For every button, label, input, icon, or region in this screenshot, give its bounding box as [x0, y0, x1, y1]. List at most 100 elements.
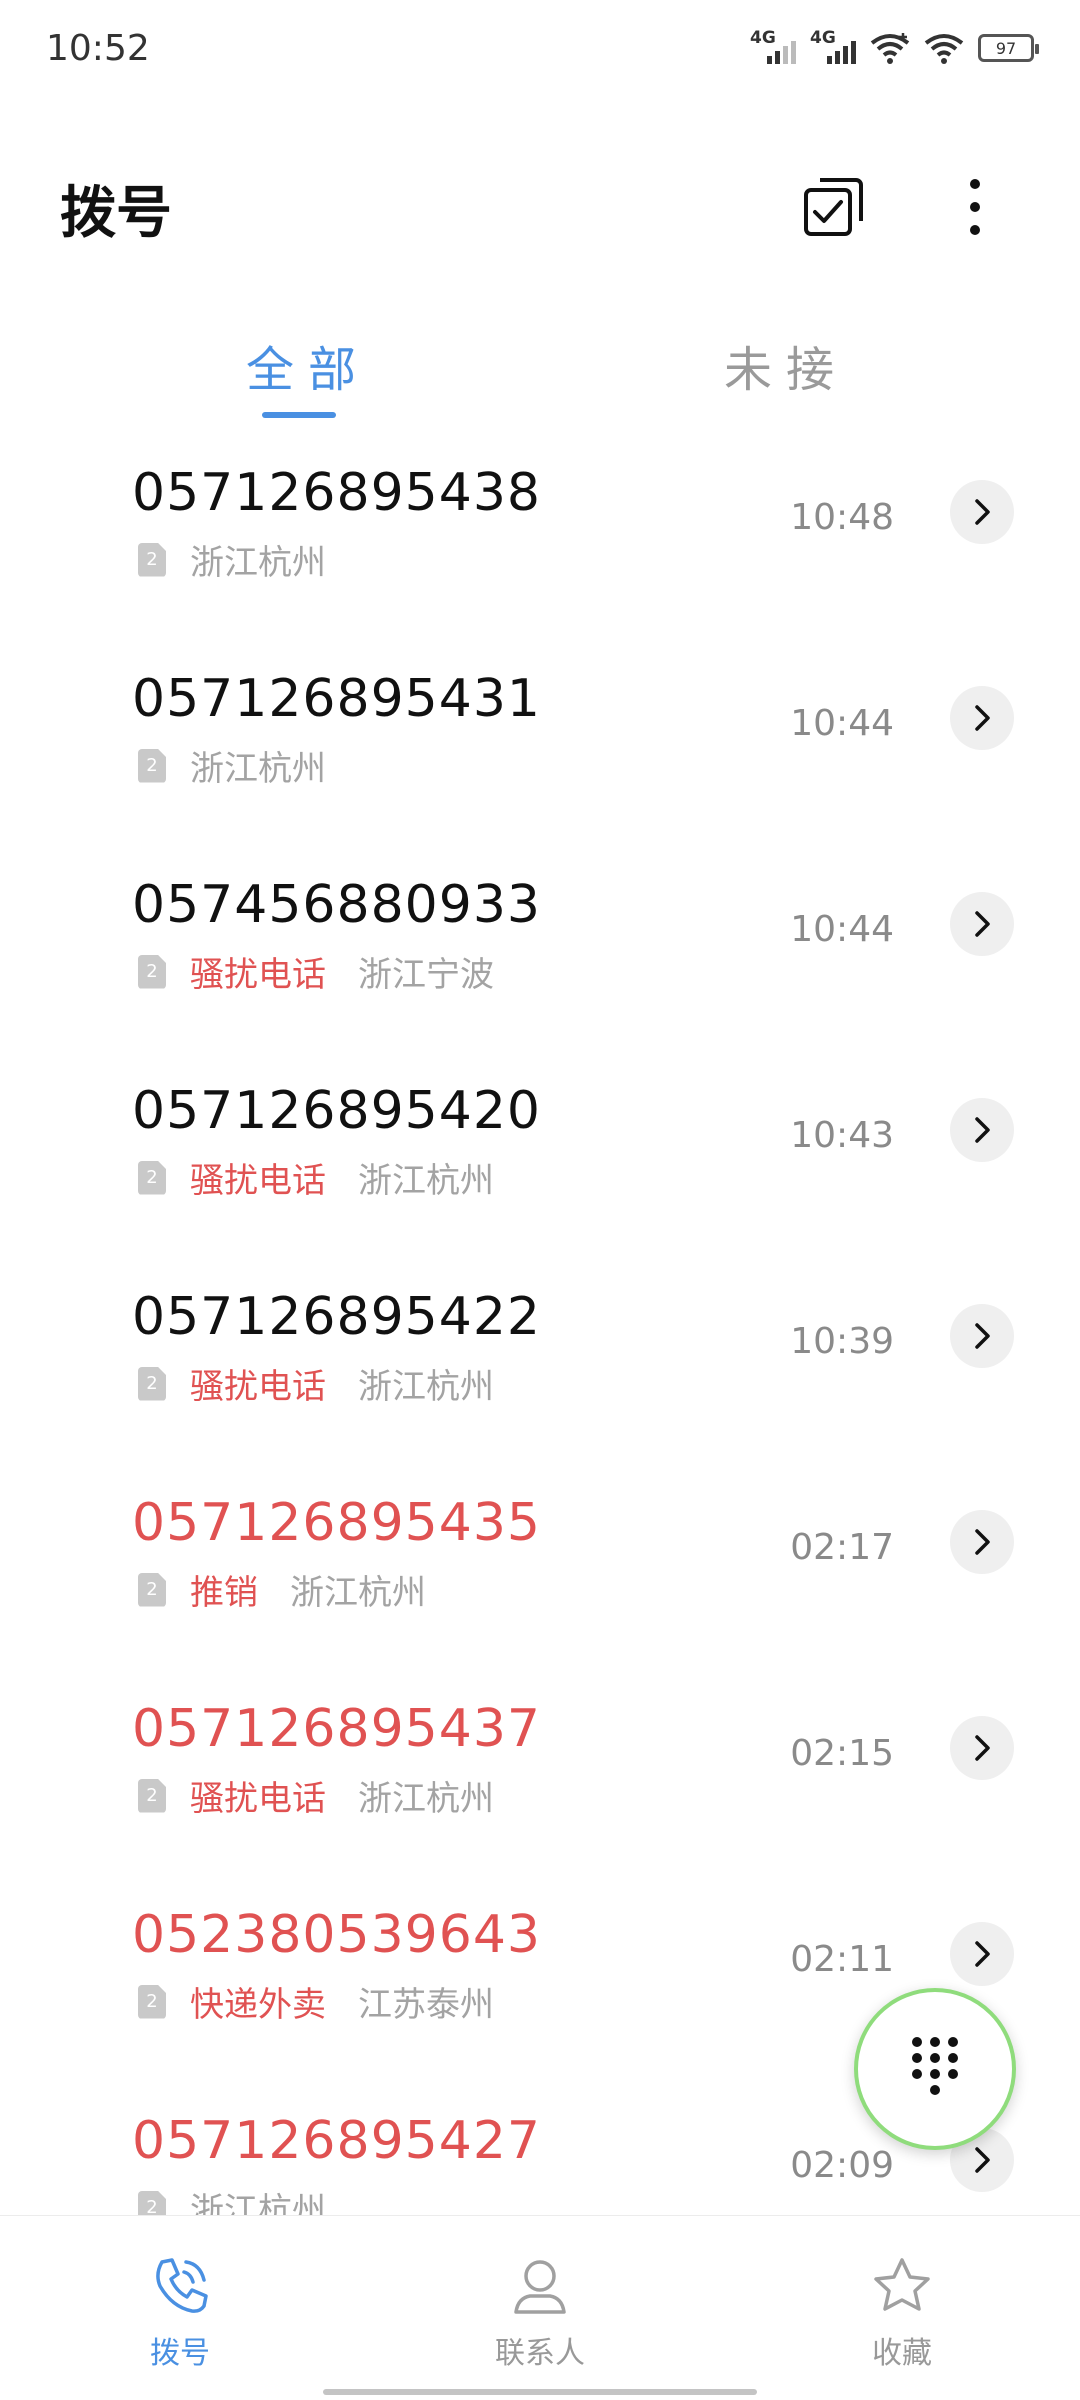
sim-card-icon: 2: [138, 1778, 166, 1813]
call-tag: 骚扰电话: [190, 1161, 326, 1201]
call-meta: 2 快递外卖 江苏泰州: [138, 1977, 494, 2026]
call-time: 02:17: [790, 1527, 894, 1568]
tab-all[interactable]: 全部: [246, 330, 370, 400]
call-time: 10:44: [790, 703, 894, 744]
call-number: 057456880933: [132, 875, 542, 935]
phone-icon: [156, 2258, 208, 2313]
title-bar: 拨号: [0, 150, 1080, 250]
call-number: 057126895422: [132, 1287, 542, 1347]
tab-missed[interactable]: 未接: [724, 330, 848, 400]
chevron-right-icon: [975, 1735, 990, 1761]
call-detail-button[interactable]: [950, 1510, 1014, 1574]
dialpad-icon: [912, 2037, 958, 2095]
call-time: 10:44: [790, 909, 894, 950]
call-detail-button[interactable]: [950, 1098, 1014, 1162]
dialpad-button[interactable]: [854, 1988, 1016, 2150]
page-title: 拨号: [60, 181, 172, 246]
call-meta: 2 骚扰电话 浙江杭州: [138, 1359, 494, 1408]
call-location: 江苏泰州: [358, 1985, 494, 2025]
call-detail-button[interactable]: [950, 1304, 1014, 1368]
chevron-right-icon: [975, 911, 990, 937]
chevron-right-icon: [975, 1941, 990, 1967]
call-log-tabs: 全部 未接: [0, 320, 1080, 430]
nav-favorites-label: 收藏: [872, 2336, 932, 2371]
call-tag: 骚扰电话: [190, 955, 326, 995]
call-log-row[interactable]: 057456880933 2 骚扰电话 浙江宁波 10:44: [0, 857, 1080, 1063]
call-list: 057126895438 2 浙江杭州 10:48 057126895431 2 浙江杭州 1…: [0, 445, 1080, 2215]
status-time: 10:52: [46, 28, 150, 69]
nav-dial-label: 拨号: [150, 2336, 210, 2371]
more-options-button[interactable]: [945, 172, 1005, 242]
call-location: 浙江杭州: [358, 1161, 494, 1201]
home-indicator: [323, 2389, 757, 2395]
call-time: 10:43: [790, 1115, 894, 1156]
call-meta: 2 骚扰电话 浙江杭州: [138, 1153, 494, 1202]
chevron-right-icon: [975, 1323, 990, 1349]
call-time: 10:48: [790, 497, 894, 538]
sim-card-icon: 2: [138, 1160, 166, 1195]
call-location: 浙江宁波: [358, 955, 494, 995]
call-number: 057126895435: [132, 1493, 542, 1553]
call-number: 057126895437: [132, 1699, 542, 1759]
wifi-calling-icon: [870, 33, 910, 64]
call-meta: 2 浙江杭州: [138, 2183, 326, 2215]
nav-contacts-label: 联系人: [495, 2336, 585, 2371]
sim-card-icon: 2: [138, 1572, 166, 1607]
call-number: 057126895420: [132, 1081, 542, 1141]
multi-select-icon: [804, 178, 863, 236]
call-log-row[interactable]: 057126895431 2 浙江杭州 10:44: [0, 651, 1080, 857]
call-location: 浙江杭州: [290, 1573, 426, 1613]
call-detail-button[interactable]: [950, 1922, 1014, 1986]
call-meta: 2 浙江杭州: [138, 535, 326, 584]
call-time: 02:09: [790, 2145, 894, 2186]
call-meta: 2 骚扰电话 浙江杭州: [138, 1771, 494, 1820]
call-detail-button[interactable]: [950, 686, 1014, 750]
more-vertical-icon: [970, 179, 980, 235]
call-time: 02:15: [790, 1733, 894, 1774]
sim-card-icon: 2: [138, 954, 166, 989]
call-tag: 快递外卖: [190, 1985, 326, 2025]
call-log-row[interactable]: 057126895438 2 浙江杭州 10:48: [0, 445, 1080, 651]
sim-card-icon: 2: [138, 748, 166, 783]
call-log-row[interactable]: 057126895422 2 骚扰电话 浙江杭州 10:39: [0, 1269, 1080, 1475]
nav-favorites[interactable]: 收藏: [822, 2254, 982, 2372]
sim-card-icon: 2: [138, 542, 166, 577]
star-icon: [874, 2258, 930, 2311]
chevron-right-icon: [975, 2147, 990, 2173]
bottom-nav: 拨号 联系人 收藏: [0, 2215, 1080, 2400]
call-location: 浙江杭州: [190, 543, 326, 583]
call-detail-button[interactable]: [950, 1716, 1014, 1780]
call-location: 浙江杭州: [190, 2191, 326, 2215]
call-tag: 推销: [190, 1573, 258, 1613]
sim-card-icon: 2: [138, 2190, 166, 2215]
call-log-row[interactable]: 057126895437 2 骚扰电话 浙江杭州 02:15: [0, 1681, 1080, 1887]
call-detail-button[interactable]: [950, 892, 1014, 956]
person-icon: [514, 2260, 566, 2314]
chevron-right-icon: [975, 705, 990, 731]
status-icons: 4G 4G 97: [750, 28, 1039, 66]
call-time: 02:11: [790, 1939, 894, 1980]
call-meta: 2 骚扰电话 浙江宁波: [138, 947, 494, 996]
call-tag: 骚扰电话: [190, 1367, 326, 1407]
call-detail-button[interactable]: [950, 480, 1014, 544]
nav-dial[interactable]: 拨号: [100, 2254, 260, 2372]
call-log-row[interactable]: 057126895435 2 推销 浙江杭州 02:17: [0, 1475, 1080, 1681]
battery-icon: 97: [978, 34, 1039, 62]
status-bar: 10:52 4G 4G 97: [0, 0, 1080, 100]
signal-icon: 4G: [750, 28, 796, 66]
call-number: 057126895431: [132, 669, 542, 729]
chevron-right-icon: [975, 1529, 990, 1555]
signal-icon: 4G: [810, 28, 856, 66]
multi-select-button[interactable]: [800, 172, 870, 242]
wifi-icon: [924, 34, 964, 64]
call-meta: 2 浙江杭州: [138, 741, 326, 790]
sim-card-icon: 2: [138, 1984, 166, 2019]
call-number: 057126895438: [132, 463, 542, 523]
battery-level: 97: [995, 38, 1017, 58]
call-location: 浙江杭州: [358, 1779, 494, 1819]
chevron-right-icon: [975, 1117, 990, 1143]
nav-contacts[interactable]: 联系人: [460, 2254, 620, 2372]
call-log-row[interactable]: 057126895420 2 骚扰电话 浙江杭州 10:43: [0, 1063, 1080, 1269]
call-tag: 骚扰电话: [190, 1779, 326, 1819]
call-location: 浙江杭州: [190, 749, 326, 789]
